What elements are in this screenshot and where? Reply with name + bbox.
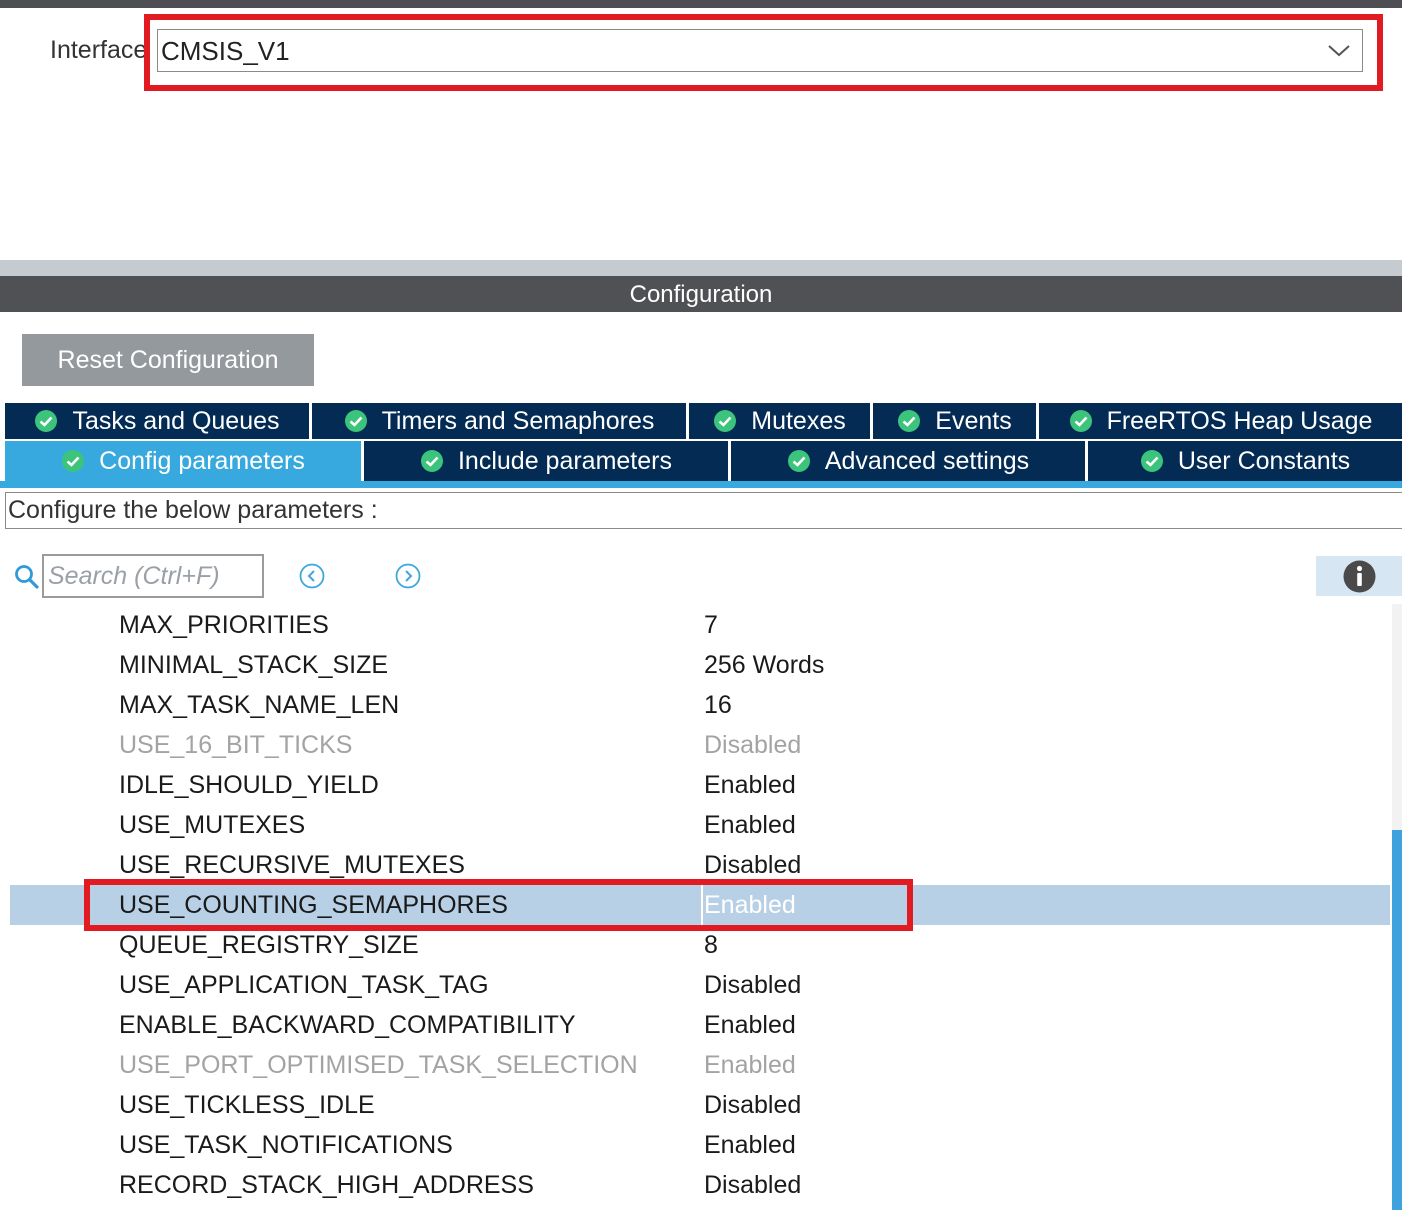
parameter-value[interactable]: Disabled <box>704 965 801 1005</box>
scrollbar-thumb[interactable] <box>1392 830 1402 1210</box>
tab-config-parameters[interactable]: Config parameters <box>5 441 361 481</box>
chevron-down-icon <box>1328 45 1350 57</box>
parameter-row[interactable]: MAX_TASK_NAME_LEN 16 <box>10 685 1390 725</box>
parameter-row[interactable]: MINIMAL_STACK_SIZE 256 Words <box>10 645 1390 685</box>
parameter-name: USE_PORT_OPTIMISED_TASK_SELECTION <box>119 1051 638 1079</box>
configuration-header: Configuration <box>0 276 1402 312</box>
tab-label: FreeRTOS Heap Usage <box>1106 406 1373 435</box>
parameter-value[interactable]: Disabled <box>704 845 801 885</box>
parameter-value[interactable]: Disabled <box>704 1165 801 1205</box>
check-circle-icon <box>714 410 737 432</box>
tab-label: Advanced settings <box>824 446 1030 475</box>
parameter-value[interactable]: 256 Words <box>704 645 824 685</box>
parameter-name: USE_RECURSIVE_MUTEXES <box>119 851 465 879</box>
parameter-name: USE_APPLICATION_TASK_TAG <box>119 971 489 999</box>
reset-configuration-button[interactable]: Reset Configuration <box>22 334 314 386</box>
section-divider <box>0 260 1402 276</box>
tab-row-2: Config parameters Include parameters Adv… <box>5 441 1402 481</box>
interface-label: Interface <box>50 36 148 64</box>
parameter-value[interactable]: Enabled <box>704 1045 796 1085</box>
parameter-name: QUEUE_REGISTRY_SIZE <box>119 931 419 959</box>
configure-instructions: Configure the below parameters : <box>5 492 1402 529</box>
tab-timers-and-semaphores[interactable]: Timers and Semaphores <box>312 403 686 439</box>
tab-row-1: Tasks and Queues Timers and Semaphores M… <box>5 403 1402 439</box>
check-circle-icon <box>420 450 443 472</box>
tab-label: Include parameters <box>457 446 672 475</box>
tab-include-parameters[interactable]: Include parameters <box>364 441 728 481</box>
parameter-value[interactable]: Enabled <box>701 885 796 925</box>
tab-label: Mutexes <box>751 406 846 435</box>
parameter-name: MAX_PRIORITIES <box>119 611 329 639</box>
parameter-value[interactable]: 16 <box>704 685 732 725</box>
check-circle-icon <box>344 410 367 432</box>
search-input[interactable] <box>42 554 264 598</box>
parameter-row[interactable]: USE_RECURSIVE_MUTEXES Disabled <box>10 845 1390 885</box>
tab-freertos-heap-usage[interactable]: FreeRTOS Heap Usage <box>1039 403 1402 439</box>
parameter-name: USE_TASK_NOTIFICATIONS <box>119 1131 453 1159</box>
check-circle-icon <box>35 410 58 432</box>
parameter-value[interactable]: Enabled <box>704 805 796 845</box>
tab-tasks-and-queues[interactable]: Tasks and Queues <box>5 403 309 439</box>
parameter-name: USE_MUTEXES <box>119 811 306 839</box>
parameter-name: ENABLE_BACKWARD_COMPATIBILITY <box>119 1011 576 1039</box>
parameter-row[interactable]: IDLE_SHOULD_YIELD Enabled <box>10 765 1390 805</box>
parameter-row[interactable]: QUEUE_REGISTRY_SIZE 8 <box>10 925 1390 965</box>
parameter-value[interactable]: Disabled <box>704 1085 801 1125</box>
check-circle-icon <box>1069 410 1092 432</box>
parameter-name: MINIMAL_STACK_SIZE <box>119 651 389 679</box>
tab-label: Tasks and Queues <box>72 406 280 435</box>
tab-user-constants[interactable]: User Constants <box>1088 441 1402 481</box>
tab-mutexes[interactable]: Mutexes <box>689 403 870 439</box>
parameter-row[interactable]: RECORD_STACK_HIGH_ADDRESS Disabled <box>10 1165 1390 1205</box>
parameter-value[interactable]: Enabled <box>704 1005 796 1045</box>
tab-underline <box>0 481 1402 488</box>
parameter-name: RECORD_STACK_HIGH_ADDRESS <box>119 1171 534 1199</box>
parameter-row[interactable]: USE_16_BIT_TICKS Disabled <box>10 725 1390 765</box>
chevron-left-circle-icon[interactable] <box>299 563 325 589</box>
parameter-row[interactable]: USE_MUTEXES Enabled <box>10 805 1390 845</box>
tab-label: Events <box>935 406 1012 435</box>
parameter-row[interactable]: MAX_PRIORITIES 7 <box>10 605 1390 645</box>
parameter-name: USE_COUNTING_SEMAPHORES <box>119 891 508 919</box>
parameter-row[interactable]: USE_TICKLESS_IDLE Disabled <box>10 1085 1390 1125</box>
tab-label: User Constants <box>1177 446 1351 475</box>
tab-label: Timers and Semaphores <box>381 406 655 435</box>
parameter-name: USE_16_BIT_TICKS <box>119 731 353 759</box>
parameter-value[interactable]: 7 <box>704 605 718 645</box>
info-icon[interactable] <box>1343 560 1376 593</box>
parameter-row[interactable]: USE_PORT_OPTIMISED_TASK_SELECTION Enabled <box>10 1045 1390 1085</box>
top-bar <box>0 0 1402 8</box>
parameter-value[interactable]: 8 <box>704 925 718 965</box>
parameter-value[interactable]: Disabled <box>704 725 801 765</box>
interface-value: CMSIS_V1 <box>161 36 290 66</box>
parameter-row[interactable]: USE_COUNTING_SEMAPHORES Enabled <box>10 885 1390 925</box>
check-circle-icon <box>787 450 810 472</box>
parameter-row[interactable]: USE_TASK_NOTIFICATIONS Enabled <box>10 1125 1390 1165</box>
parameter-list: MAX_PRIORITIES 7 MINIMAL_STACK_SIZE 256 Wor… <box>10 605 1390 1205</box>
tab-advanced-settings[interactable]: Advanced settings <box>731 441 1085 481</box>
check-circle-icon <box>62 450 85 472</box>
parameter-value[interactable]: Enabled <box>704 1125 796 1165</box>
tab-label: Config parameters <box>99 446 305 475</box>
check-circle-icon <box>1140 450 1163 472</box>
parameter-value[interactable]: Enabled <box>704 765 796 805</box>
parameter-name: USE_TICKLESS_IDLE <box>119 1091 375 1119</box>
search-icon <box>15 565 39 589</box>
parameter-row[interactable]: USE_APPLICATION_TASK_TAG Disabled <box>10 965 1390 1005</box>
tab-events[interactable]: Events <box>873 403 1036 439</box>
interface-select[interactable]: CMSIS_V1 <box>157 29 1363 72</box>
parameter-row[interactable]: ENABLE_BACKWARD_COMPATIBILITY Enabled <box>10 1005 1390 1045</box>
chevron-right-circle-icon[interactable] <box>395 563 421 589</box>
parameter-name: MAX_TASK_NAME_LEN <box>119 691 400 719</box>
check-circle-icon <box>898 410 921 432</box>
parameter-name: IDLE_SHOULD_YIELD <box>119 771 379 799</box>
